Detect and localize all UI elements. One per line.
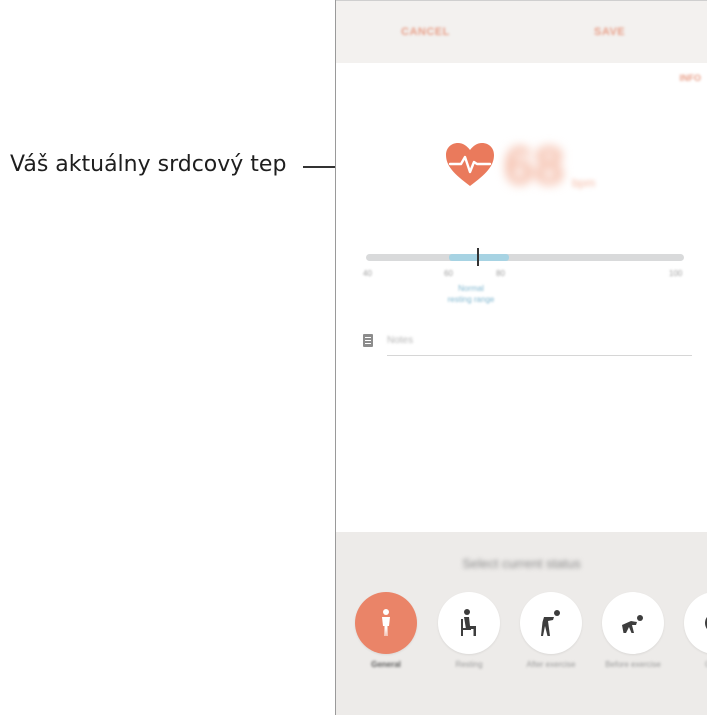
standing-person-icon [382,609,390,636]
status-panel-title: Select current status [462,556,581,571]
heart-rate-icon [446,143,494,186]
sitting-person-icon [461,609,476,636]
heart-rate-unit: bpm [572,176,596,190]
heart-rate-scale-track [366,254,684,261]
scale-tick-label: 60 [444,269,453,278]
cancel-button[interactable]: CANCEL [401,26,450,38]
status-button-general[interactable] [355,592,417,654]
status-label-other: Other [680,660,707,670]
other-status-icon [705,617,707,629]
scale-tick-label: 40 [363,269,372,278]
status-button-other[interactable] [684,592,707,654]
status-label-resting: Resting [455,660,483,669]
notes-icon [363,334,373,347]
status-label-before-exercise: Before exercise [605,660,661,669]
notes-underline [387,355,692,356]
crouching-person-icon [622,615,643,633]
heart-rate-value: 68 [504,136,565,196]
save-button[interactable]: SAVE [594,26,625,38]
range-label-line-2: resting range [447,295,495,304]
exercise-person-icon [541,610,560,636]
normal-range-label: Normal resting range [431,283,511,305]
callout-label: Váš aktuálny srdcový tep [10,152,287,177]
status-label-general: General [371,660,401,669]
info-button[interactable]: INFO [680,73,702,83]
notes-input[interactable]: Notes [387,335,413,346]
current-rate-marker [477,248,480,266]
range-label-line-1: Normal [458,284,484,293]
status-button-after-exercise[interactable] [520,592,582,654]
phone-screen: CANCEL SAVE INFO 68 bpm 40 60 80 100 Nor… [335,0,707,715]
status-button-before-exercise[interactable] [602,592,664,654]
top-action-bar: CANCEL SAVE [336,0,707,63]
scale-tick-label: 100 [669,269,683,278]
status-label-after-exercise: After exercise [526,660,576,669]
status-button-resting[interactable] [438,592,500,654]
status-panel: Select current status General Resting Af… [336,532,707,715]
scale-tick-label: 80 [496,269,505,278]
